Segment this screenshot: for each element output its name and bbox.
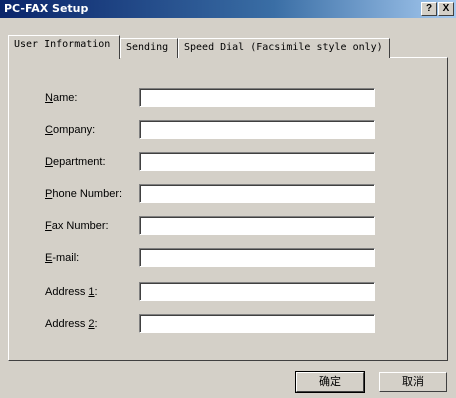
email-label: E-mail:: [45, 252, 80, 264]
window-title: PC-FAX Setup: [4, 2, 89, 15]
fax-number-label: Fax Number:: [45, 220, 109, 232]
pc-fax-setup-dialog: PC-FAX Setup ? X Name: Company: Departme…: [0, 0, 456, 398]
row-department: Department:: [9, 152, 449, 172]
row-company: Company:: [9, 120, 449, 140]
ok-button[interactable]: 确定: [295, 371, 365, 393]
help-button[interactable]: ?: [421, 2, 437, 16]
address-2-label: Address 2:: [45, 318, 98, 330]
address-2-field[interactable]: [139, 314, 375, 333]
name-field[interactable]: [139, 88, 375, 107]
tab-sending[interactable]: Sending: [120, 38, 178, 58]
cancel-button[interactable]: 取消: [379, 372, 447, 392]
tab-speed-dial[interactable]: Speed Dial (Facsimile style only): [178, 38, 390, 58]
tab-panel-user-information: Name: Company: Department: Phone Number:…: [8, 57, 448, 361]
company-field[interactable]: [139, 120, 375, 139]
address-1-field[interactable]: [139, 282, 375, 301]
row-name: Name:: [9, 88, 449, 108]
phone-number-field[interactable]: [139, 184, 375, 203]
address-1-label: Address 1:: [45, 286, 98, 298]
tab-user-information[interactable]: User Information: [8, 35, 120, 59]
row-address-2: Address 2:: [9, 314, 449, 334]
close-button[interactable]: X: [438, 2, 454, 16]
company-label: Company:: [45, 124, 96, 136]
title-bar[interactable]: PC-FAX Setup ? X: [0, 0, 456, 18]
phone-number-label: Phone Number:: [45, 188, 123, 200]
name-label: Name:: [45, 92, 78, 104]
row-email: E-mail:: [9, 248, 449, 268]
department-field[interactable]: [139, 152, 375, 171]
email-field[interactable]: [139, 248, 375, 267]
row-address-1: Address 1:: [9, 282, 449, 302]
department-label: Department:: [45, 156, 106, 168]
row-fax-number: Fax Number:: [9, 216, 449, 236]
fax-number-field[interactable]: [139, 216, 375, 235]
row-phone-number: Phone Number:: [9, 184, 449, 204]
